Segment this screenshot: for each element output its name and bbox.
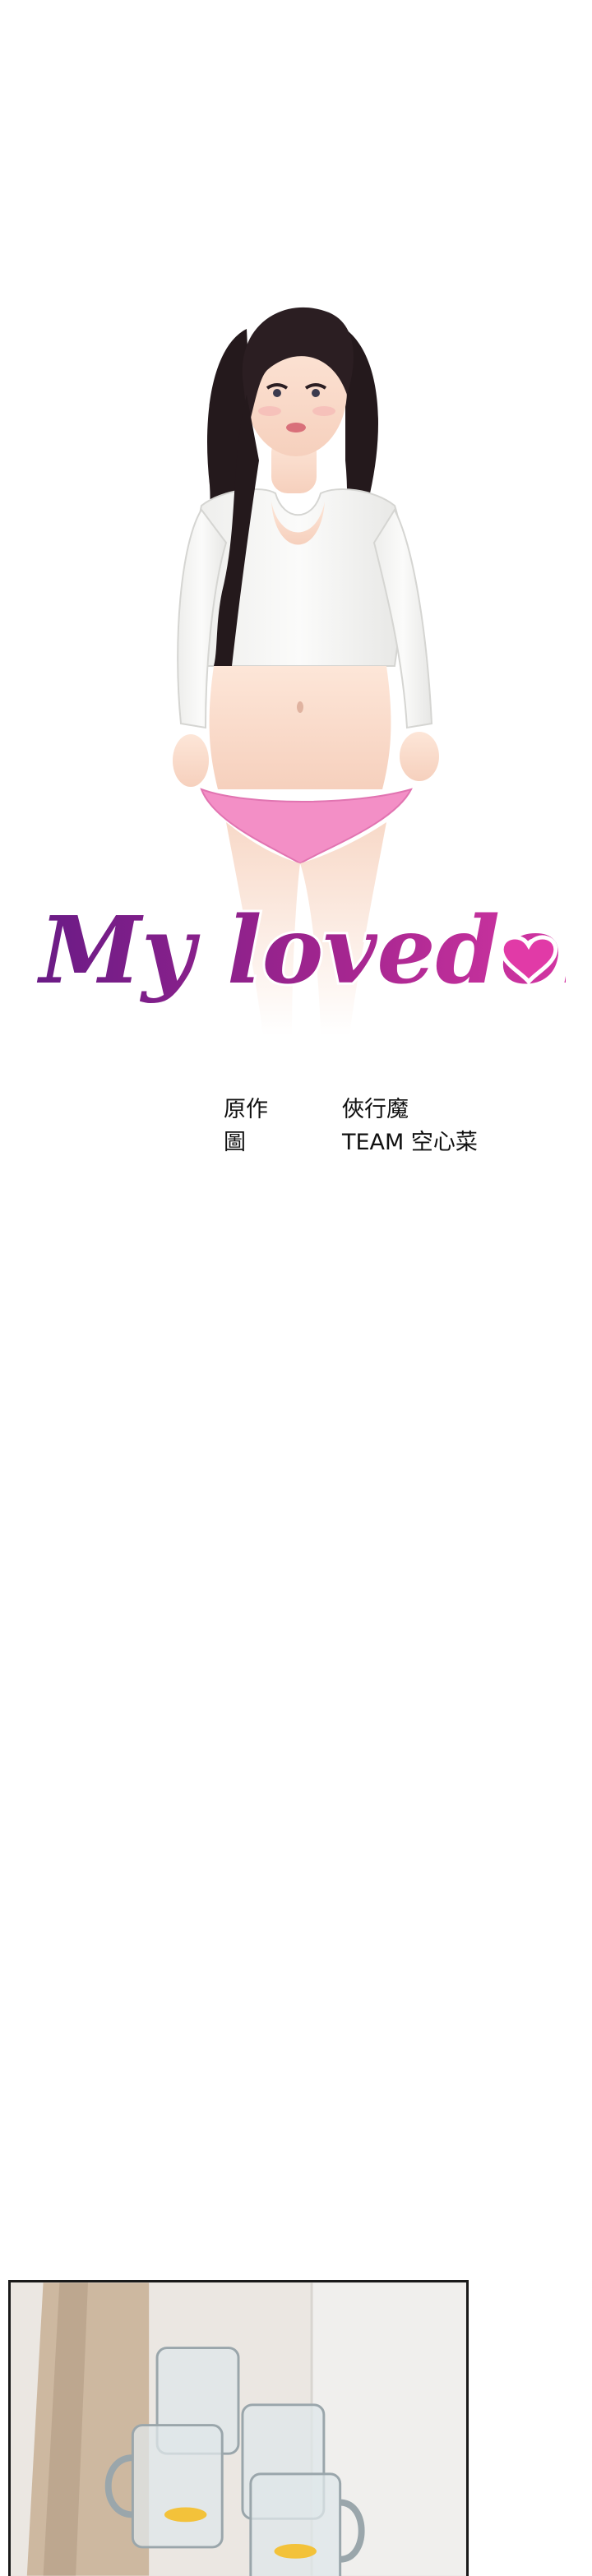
credit-name: 俠行魔 (342, 1097, 409, 1122)
credit-name: TEAM 空心菜 (342, 1130, 478, 1155)
credit-row-original: 原作 俠行魔 (224, 1094, 520, 1126)
glass-mug (131, 2424, 224, 2549)
credits: 原作 俠行魔 圖 TEAM 空心菜 (224, 1094, 520, 1159)
credit-row-art: 圖 TEAM 空心菜 (224, 1126, 520, 1159)
comic-panel (8, 2280, 469, 2576)
comic-page: My lovedoll 原作 俠行魔 圖 TEAM 空心菜 (0, 0, 592, 2576)
title-logo-text: My lovedoll (36, 897, 566, 1005)
credit-role: 圖 (224, 1130, 246, 1155)
credit-role: 原作 (224, 1097, 268, 1122)
title-logo: My lovedoll (23, 867, 566, 1032)
glass-mug (249, 2472, 342, 2576)
